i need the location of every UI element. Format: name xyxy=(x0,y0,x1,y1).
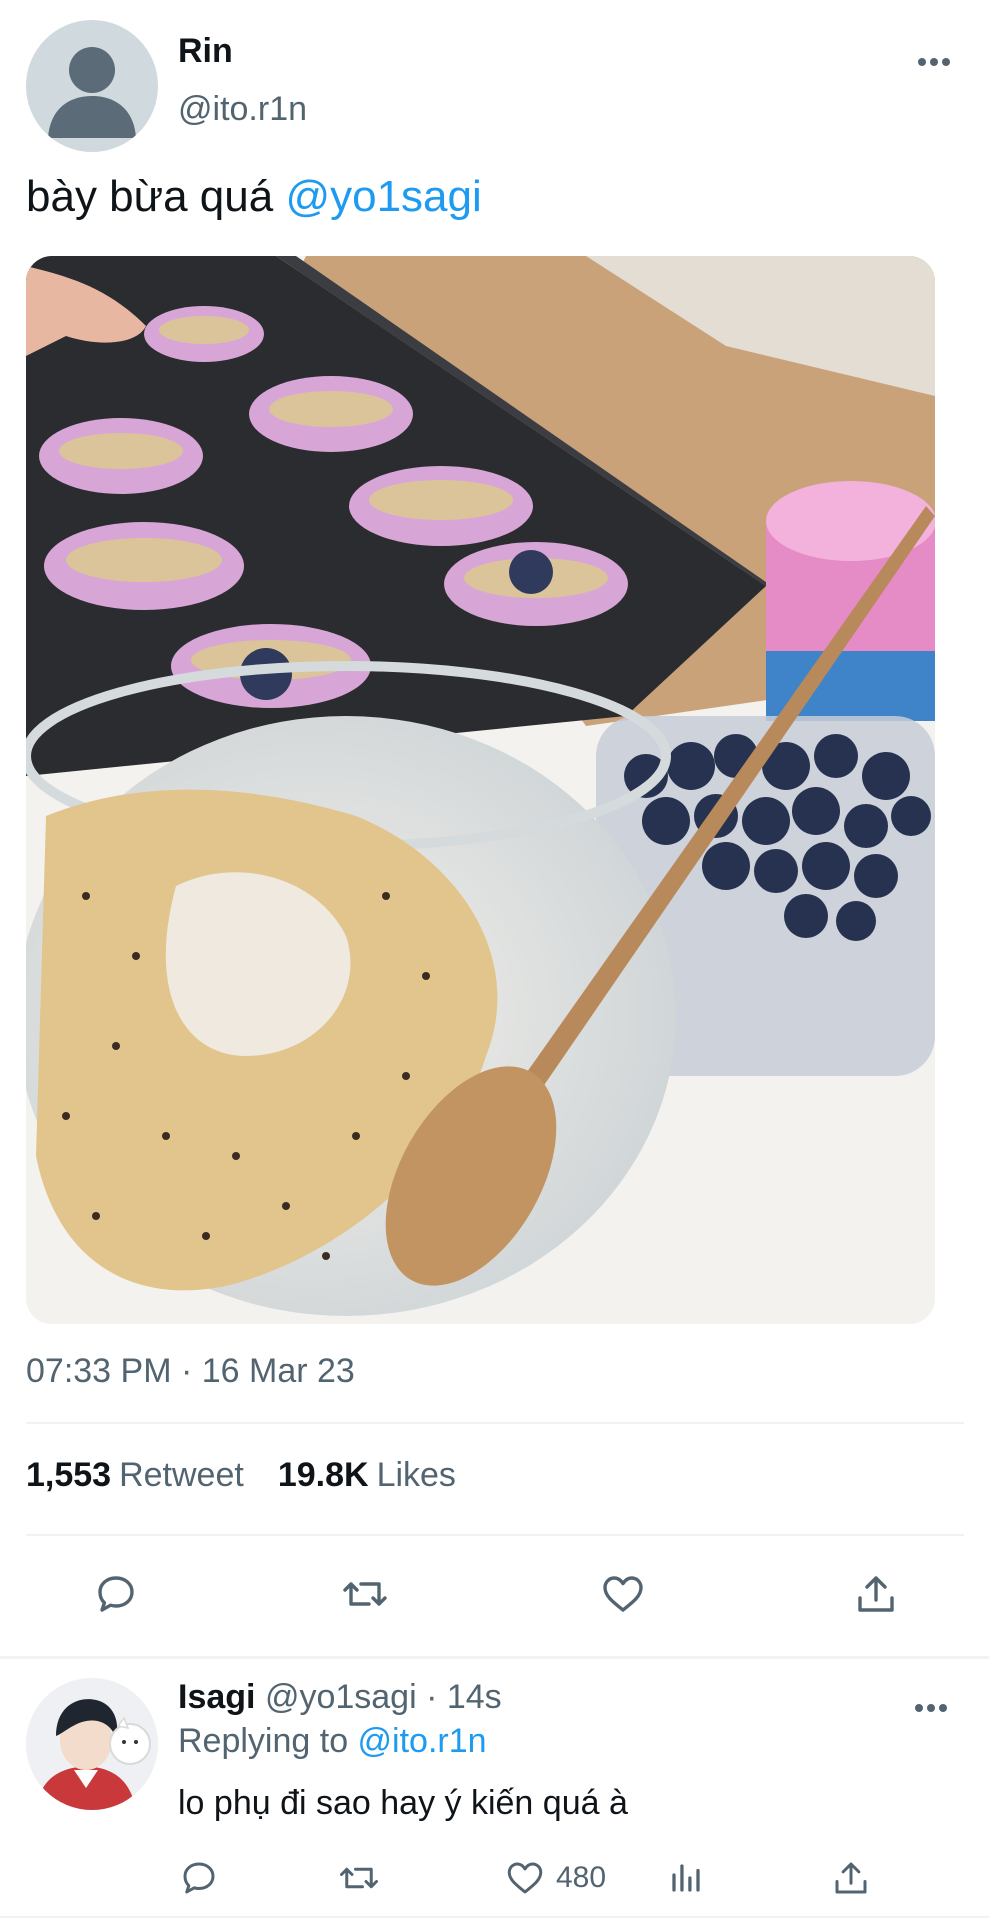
retweet-button[interactable] xyxy=(337,1566,393,1622)
analytics-icon xyxy=(672,1864,700,1892)
reply-analytics-button[interactable] xyxy=(668,1852,704,1904)
reply-icon xyxy=(183,1862,215,1894)
author-handle[interactable]: @ito.r1n xyxy=(178,90,307,129)
anime-avatar-icon xyxy=(26,1678,158,1810)
replying-to-label: Replying to xyxy=(178,1722,358,1760)
mention-link[interactable]: @yo1sagi xyxy=(285,172,481,221)
tweet-text: bày bừa quá @yo1sagi xyxy=(26,172,482,222)
reply-author-avatar[interactable] xyxy=(26,1678,158,1810)
more-dots-icon xyxy=(915,1704,947,1712)
like-icon xyxy=(507,1862,543,1894)
reply-share-button[interactable] xyxy=(830,1852,872,1904)
reply-retweet-button[interactable] xyxy=(336,1852,382,1904)
retweet-stat[interactable]: 1,553 Retweet xyxy=(26,1456,244,1494)
reply-header: Isagi @yo1sagi · 14s xyxy=(178,1678,502,1717)
replying-to: Replying to @ito.r1n xyxy=(178,1722,487,1761)
more-dots-icon xyxy=(918,58,950,66)
reply-reply-button[interactable] xyxy=(178,1852,220,1904)
tweet-timestamp: 07:33 PM · 16 Mar 23 xyxy=(26,1352,355,1390)
tweet-header: Rin @ito.r1n xyxy=(26,20,966,152)
likes-stat[interactable]: 19.8K Likes xyxy=(278,1456,456,1494)
reply-more-options-button[interactable] xyxy=(909,1686,953,1730)
author-name[interactable]: Rin xyxy=(178,32,233,71)
share-button[interactable] xyxy=(848,1566,904,1622)
likes-count: 19.8K xyxy=(277,1456,369,1494)
retweet-count: 1,553 xyxy=(26,1456,112,1494)
likes-label: Likes xyxy=(376,1456,456,1494)
muffin-batter-photo xyxy=(26,256,935,1324)
reply-text: lo phụ đi sao hay ý kiến quá à xyxy=(178,1784,628,1822)
bottom-divider xyxy=(0,1916,989,1918)
author-avatar[interactable] xyxy=(26,20,158,152)
reply-icon xyxy=(98,1576,134,1612)
reply-like-count: 480 xyxy=(556,1861,607,1894)
share-icon xyxy=(858,1576,894,1612)
share-icon xyxy=(835,1862,867,1894)
reply-author-name[interactable]: Isagi xyxy=(178,1678,255,1716)
retweet-label: Retweet xyxy=(119,1456,244,1494)
default-avatar-icon xyxy=(48,47,136,138)
reply-handle-time: @yo1sagi · 14s xyxy=(264,1678,502,1716)
like-button[interactable] xyxy=(595,1566,651,1622)
divider xyxy=(26,1422,964,1424)
reply-tweet[interactable]: Isagi @yo1sagi · 14s Replying to @ito.r1… xyxy=(0,1660,989,1920)
reply-button[interactable] xyxy=(88,1566,144,1622)
tweet-action-bar xyxy=(26,1566,926,1626)
like-icon xyxy=(603,1576,643,1612)
divider xyxy=(26,1534,964,1536)
tweet-photo[interactable] xyxy=(26,256,935,1324)
retweet-icon xyxy=(343,1582,387,1606)
tweet-body: bày bừa quá xyxy=(26,172,286,221)
tweet-stats: 1,553 Retweet 19.8K Likes xyxy=(26,1456,456,1495)
reply-like-button[interactable]: 480 xyxy=(504,1852,606,1904)
replying-to-handle[interactable]: @ito.r1n xyxy=(358,1722,487,1760)
section-separator xyxy=(0,1656,989,1659)
retweet-icon xyxy=(340,1867,378,1889)
reply-action-bar: 480 xyxy=(178,1852,918,1904)
more-options-button[interactable] xyxy=(912,40,956,84)
